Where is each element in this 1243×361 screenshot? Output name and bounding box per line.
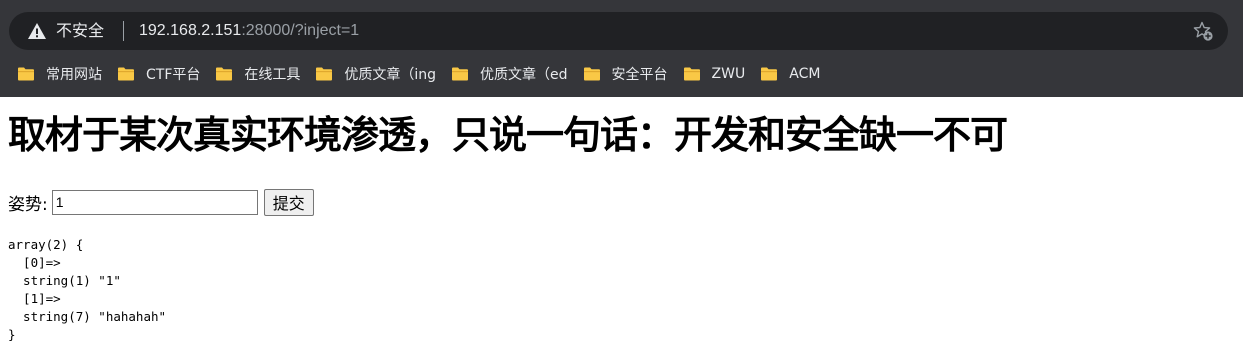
folder-icon: [18, 67, 34, 81]
bookmark-label: 在线工具: [244, 67, 301, 83]
folder-icon: [118, 67, 134, 81]
bookmark-folder-security-platforms[interactable]: 安全平台: [576, 60, 675, 88]
folder-icon: [761, 67, 778, 81]
url-text[interactable]: 192.168.2.151:28000/?inject=1: [139, 21, 359, 41]
bookmarks-bar: 常用网站 CTF平台 在线工具 优质文章（ing 优质文章（ed 安全平台 ZW…: [0, 60, 828, 88]
var-dump-output: array(2) { [0]=> string(1) "1" [1]=> str…: [8, 237, 167, 342]
folder-icon: [683, 67, 700, 81]
security-status-label[interactable]: 不安全: [56, 21, 104, 41]
bookmark-label: 安全平台: [611, 67, 668, 83]
page-content: 取材于某次真实环境渗透，只说一句话：开发和安全缺一不可 姿势: 提交 array…: [0, 97, 1243, 361]
bookmark-folder-common-sites[interactable]: 常用网站: [10, 60, 109, 88]
bookmark-folder-zwu[interactable]: ZWU: [676, 60, 753, 88]
bookmark-label: 优质文章（ed: [480, 67, 568, 83]
browser-chrome: 不安全 192.168.2.151:28000/?inject=1 常用网站 C…: [0, 0, 1243, 97]
bookmark-folder-articles-ed[interactable]: 优质文章（ed: [444, 60, 575, 88]
bookmark-folder-online-tools[interactable]: 在线工具: [208, 60, 307, 88]
folder-icon: [216, 67, 233, 81]
warning-icon[interactable]: [27, 21, 47, 41]
folder-icon: [583, 67, 600, 81]
folder-icon: [452, 67, 469, 81]
url-host: 192.168.2.151: [139, 22, 242, 39]
bookmark-label: 常用网站: [46, 67, 102, 83]
bookmark-label: ACM: [789, 66, 821, 82]
bookmark-folder-articles-ing[interactable]: 优质文章（ing: [308, 60, 443, 88]
folder-icon: [316, 67, 333, 81]
posture-label: 姿势:: [8, 194, 48, 215]
bookmark-label: ZWU: [711, 66, 746, 82]
page-heading: 取材于某次真实环境渗透，只说一句话：开发和安全缺一不可: [8, 113, 1008, 157]
bookmark-folder-ctf[interactable]: CTF平台: [110, 60, 207, 88]
address-separator: [123, 21, 124, 41]
bookmark-folder-acm[interactable]: ACM: [753, 60, 827, 88]
bookmark-label: CTF平台: [146, 67, 201, 83]
url-path: :28000/?inject=1: [241, 22, 360, 39]
submit-button[interactable]: 提交: [263, 188, 314, 216]
bookmark-star-icon[interactable]: [1192, 20, 1214, 42]
address-bar[interactable]: 不安全 192.168.2.151:28000/?inject=1: [9, 12, 1228, 50]
bookmark-label: 优质文章（ing: [344, 67, 437, 83]
inject-input[interactable]: [51, 189, 258, 215]
inject-form: 姿势: 提交: [8, 188, 314, 216]
